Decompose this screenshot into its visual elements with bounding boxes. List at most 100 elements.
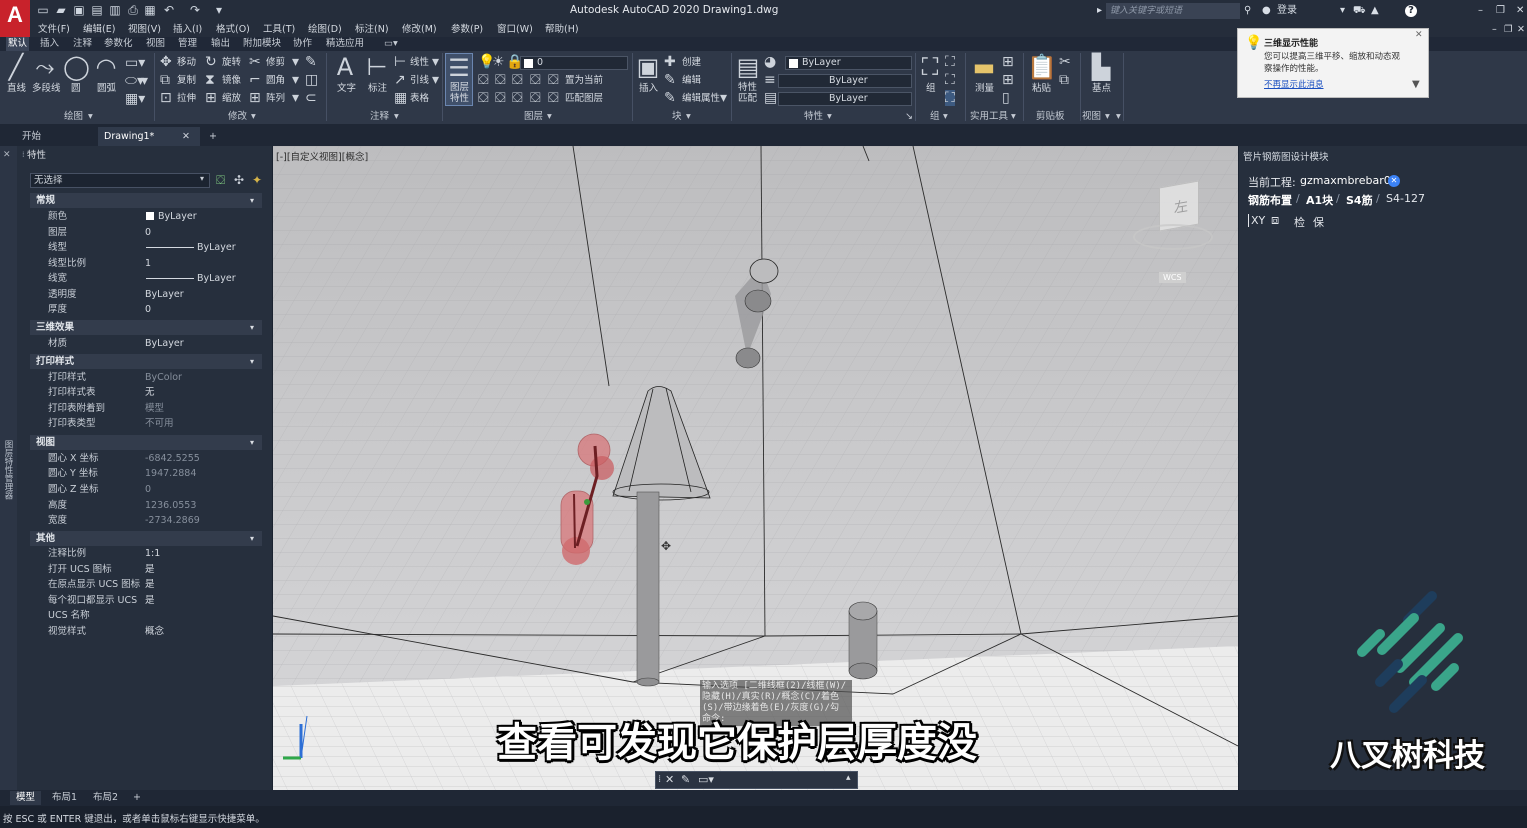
wrench-icon[interactable]: ✎: [681, 773, 690, 786]
trim-tool-label[interactable]: 修剪: [266, 57, 285, 68]
layer-manager-strip-label[interactable]: 图层特性管理器: [2, 440, 14, 500]
set-current-icon[interactable]: ⛋: [548, 72, 559, 88]
text-tool-label[interactable]: 文字: [337, 83, 356, 94]
check-button[interactable]: 检: [1294, 214, 1305, 230]
chevron-down-icon[interactable]: ▾: [292, 54, 299, 70]
table-icon[interactable]: ▦: [394, 90, 407, 106]
offset-icon[interactable]: ⊂: [305, 90, 317, 106]
menu-window[interactable]: 窗口(W): [497, 22, 533, 37]
copy-icon[interactable]: ⧉: [160, 72, 170, 88]
viewport-controls-label[interactable]: [-][自定义视图][概念]: [276, 149, 368, 163]
mirror-tool-label[interactable]: 镜像: [222, 75, 241, 86]
layer-properties-label[interactable]: 图层特性: [450, 82, 470, 104]
plot-icon[interactable]: ▦: [143, 4, 157, 17]
open-icon[interactable]: ▰: [54, 4, 68, 17]
prop-value-annotation-scale[interactable]: 1:1: [145, 546, 160, 561]
erase-icon[interactable]: ✎: [305, 54, 317, 70]
section-3d-effects[interactable]: 三维效果: [30, 320, 262, 335]
layer-merge-icon[interactable]: ⛋: [495, 90, 506, 106]
group-edit-icon[interactable]: ⛶: [945, 72, 955, 88]
save-icon[interactable]: ▣: [72, 4, 86, 17]
quick-select-icon[interactable]: ⊞: [1002, 72, 1014, 88]
plot-icon[interactable]: ⎙: [126, 4, 140, 17]
arc-icon[interactable]: ◠: [94, 53, 118, 81]
polyline-icon[interactable]: ⤳: [33, 53, 57, 81]
prop-value-lineweight[interactable]: ByLayer: [197, 271, 236, 286]
create-block-icon[interactable]: ✚: [664, 54, 676, 70]
text-icon[interactable]: A: [332, 53, 358, 81]
prop-value-layer[interactable]: 0: [145, 225, 151, 240]
command-history-icon[interactable]: ▭▾: [698, 773, 714, 786]
menu-draw[interactable]: 绘图(D): [308, 22, 342, 37]
new-layout-button[interactable]: +: [127, 791, 147, 805]
prop-value-ucs-on[interactable]: 是: [145, 562, 155, 577]
measure-icon[interactable]: ▬: [972, 53, 996, 81]
menu-dimension[interactable]: 标注(N): [355, 22, 389, 37]
chevron-down-icon[interactable]: ▼: [1412, 79, 1420, 90]
chevron-down-icon[interactable]: ▾: [720, 90, 727, 106]
user-icon[interactable]: ●: [1262, 3, 1271, 19]
chevron-down-icon[interactable]: ▾: [827, 111, 832, 123]
fillet-tool-label[interactable]: 圆角: [266, 75, 285, 86]
help-icon[interactable]: ?: [1405, 5, 1417, 17]
breadcrumb-item[interactable]: S4-127: [1386, 192, 1425, 205]
menu-help[interactable]: 帮助(H): [545, 22, 579, 37]
viewcube-compass[interactable]: [1133, 224, 1213, 250]
chevron-down-icon[interactable]: ▾: [432, 54, 439, 70]
circle-tool-label[interactable]: 圆: [71, 83, 81, 94]
ungroup-icon[interactable]: ⛶: [945, 54, 955, 70]
project-name[interactable]: gzmaxmbrebar01: [1300, 174, 1398, 187]
close-icon[interactable]: ✕: [665, 773, 674, 786]
basepoint-tool-label[interactable]: 基点: [1092, 83, 1111, 94]
explode-icon[interactable]: ◫: [305, 72, 318, 88]
layer-off-icon[interactable]: ⛋: [478, 72, 489, 88]
tab-default[interactable]: 默认: [6, 37, 30, 51]
layer-isolate-icon[interactable]: ⛋: [495, 72, 506, 88]
close-tab-icon[interactable]: ✕: [176, 127, 196, 146]
prop-value-color[interactable]: ByLayer: [158, 209, 197, 224]
group-select-icon[interactable]: ⛶: [945, 90, 955, 106]
fillet-icon[interactable]: ⌐: [249, 72, 261, 88]
trim-icon[interactable]: ✂: [249, 54, 261, 70]
menu-insert[interactable]: 插入(I): [173, 22, 202, 37]
grip-icon[interactable]: ⁞: [658, 774, 661, 785]
wcs-menu[interactable]: WCS: [1159, 272, 1186, 283]
tab-parametric[interactable]: 参数化: [104, 37, 133, 51]
tab-view[interactable]: 视图: [146, 37, 165, 51]
chevron-down-icon[interactable]: ▾: [1105, 111, 1110, 123]
menu-tools[interactable]: 工具(T): [263, 22, 295, 37]
block-group-title[interactable]: 块: [672, 111, 682, 123]
tab-model[interactable]: 模型: [10, 791, 42, 805]
group-icon[interactable]: ⛶: [918, 53, 942, 81]
chevron-down-icon[interactable]: ▾: [943, 111, 948, 123]
toggle-pickadd-icon[interactable]: ⛋: [216, 173, 225, 188]
app-menu-logo[interactable]: A: [0, 0, 30, 37]
chevron-up-icon[interactable]: ▴: [846, 773, 851, 783]
linear-dim-icon[interactable]: ⊢: [394, 54, 406, 70]
measure-tool-label[interactable]: 测量: [975, 83, 994, 94]
table-tool-label[interactable]: 表格: [410, 93, 429, 104]
match-layer-label[interactable]: 匹配图层: [565, 93, 603, 104]
tab-layout1[interactable]: 布局1: [46, 791, 83, 805]
tab-output[interactable]: 输出: [211, 37, 230, 51]
rectangle-icon[interactable]: ▭▾: [125, 55, 145, 71]
breadcrumb-bar[interactable]: S4筋: [1346, 192, 1373, 208]
edit-attribute-label[interactable]: 编辑属性: [682, 93, 720, 104]
id-point-icon[interactable]: ▯: [1002, 90, 1010, 106]
menu-format[interactable]: 格式(O): [216, 22, 250, 37]
prop-value-ucs-per-viewport[interactable]: 是: [145, 593, 155, 608]
search-input[interactable]: 键入关键字或短语: [1106, 3, 1240, 19]
select-objects-icon[interactable]: ✣: [234, 173, 244, 187]
prop-value-material[interactable]: ByLayer: [145, 336, 184, 351]
chevron-down-icon[interactable]: ▾: [250, 534, 254, 543]
leader-tool-label[interactable]: 引线: [410, 75, 429, 86]
tab-collaborate[interactable]: 协作: [293, 37, 312, 51]
rotate-icon[interactable]: ↻: [205, 54, 217, 70]
color-dropdown[interactable]: ByLayer: [785, 56, 912, 70]
match-properties-label[interactable]: 特性匹配: [738, 82, 758, 104]
chevron-down-icon[interactable]: ▾: [686, 111, 691, 123]
leader-icon[interactable]: ↗: [394, 72, 406, 88]
layer-unisolate-icon[interactable]: ⛋: [530, 90, 541, 106]
prop-value-plot-table[interactable]: 无: [145, 385, 155, 400]
prop-value-linetype-scale[interactable]: 1: [145, 256, 151, 271]
